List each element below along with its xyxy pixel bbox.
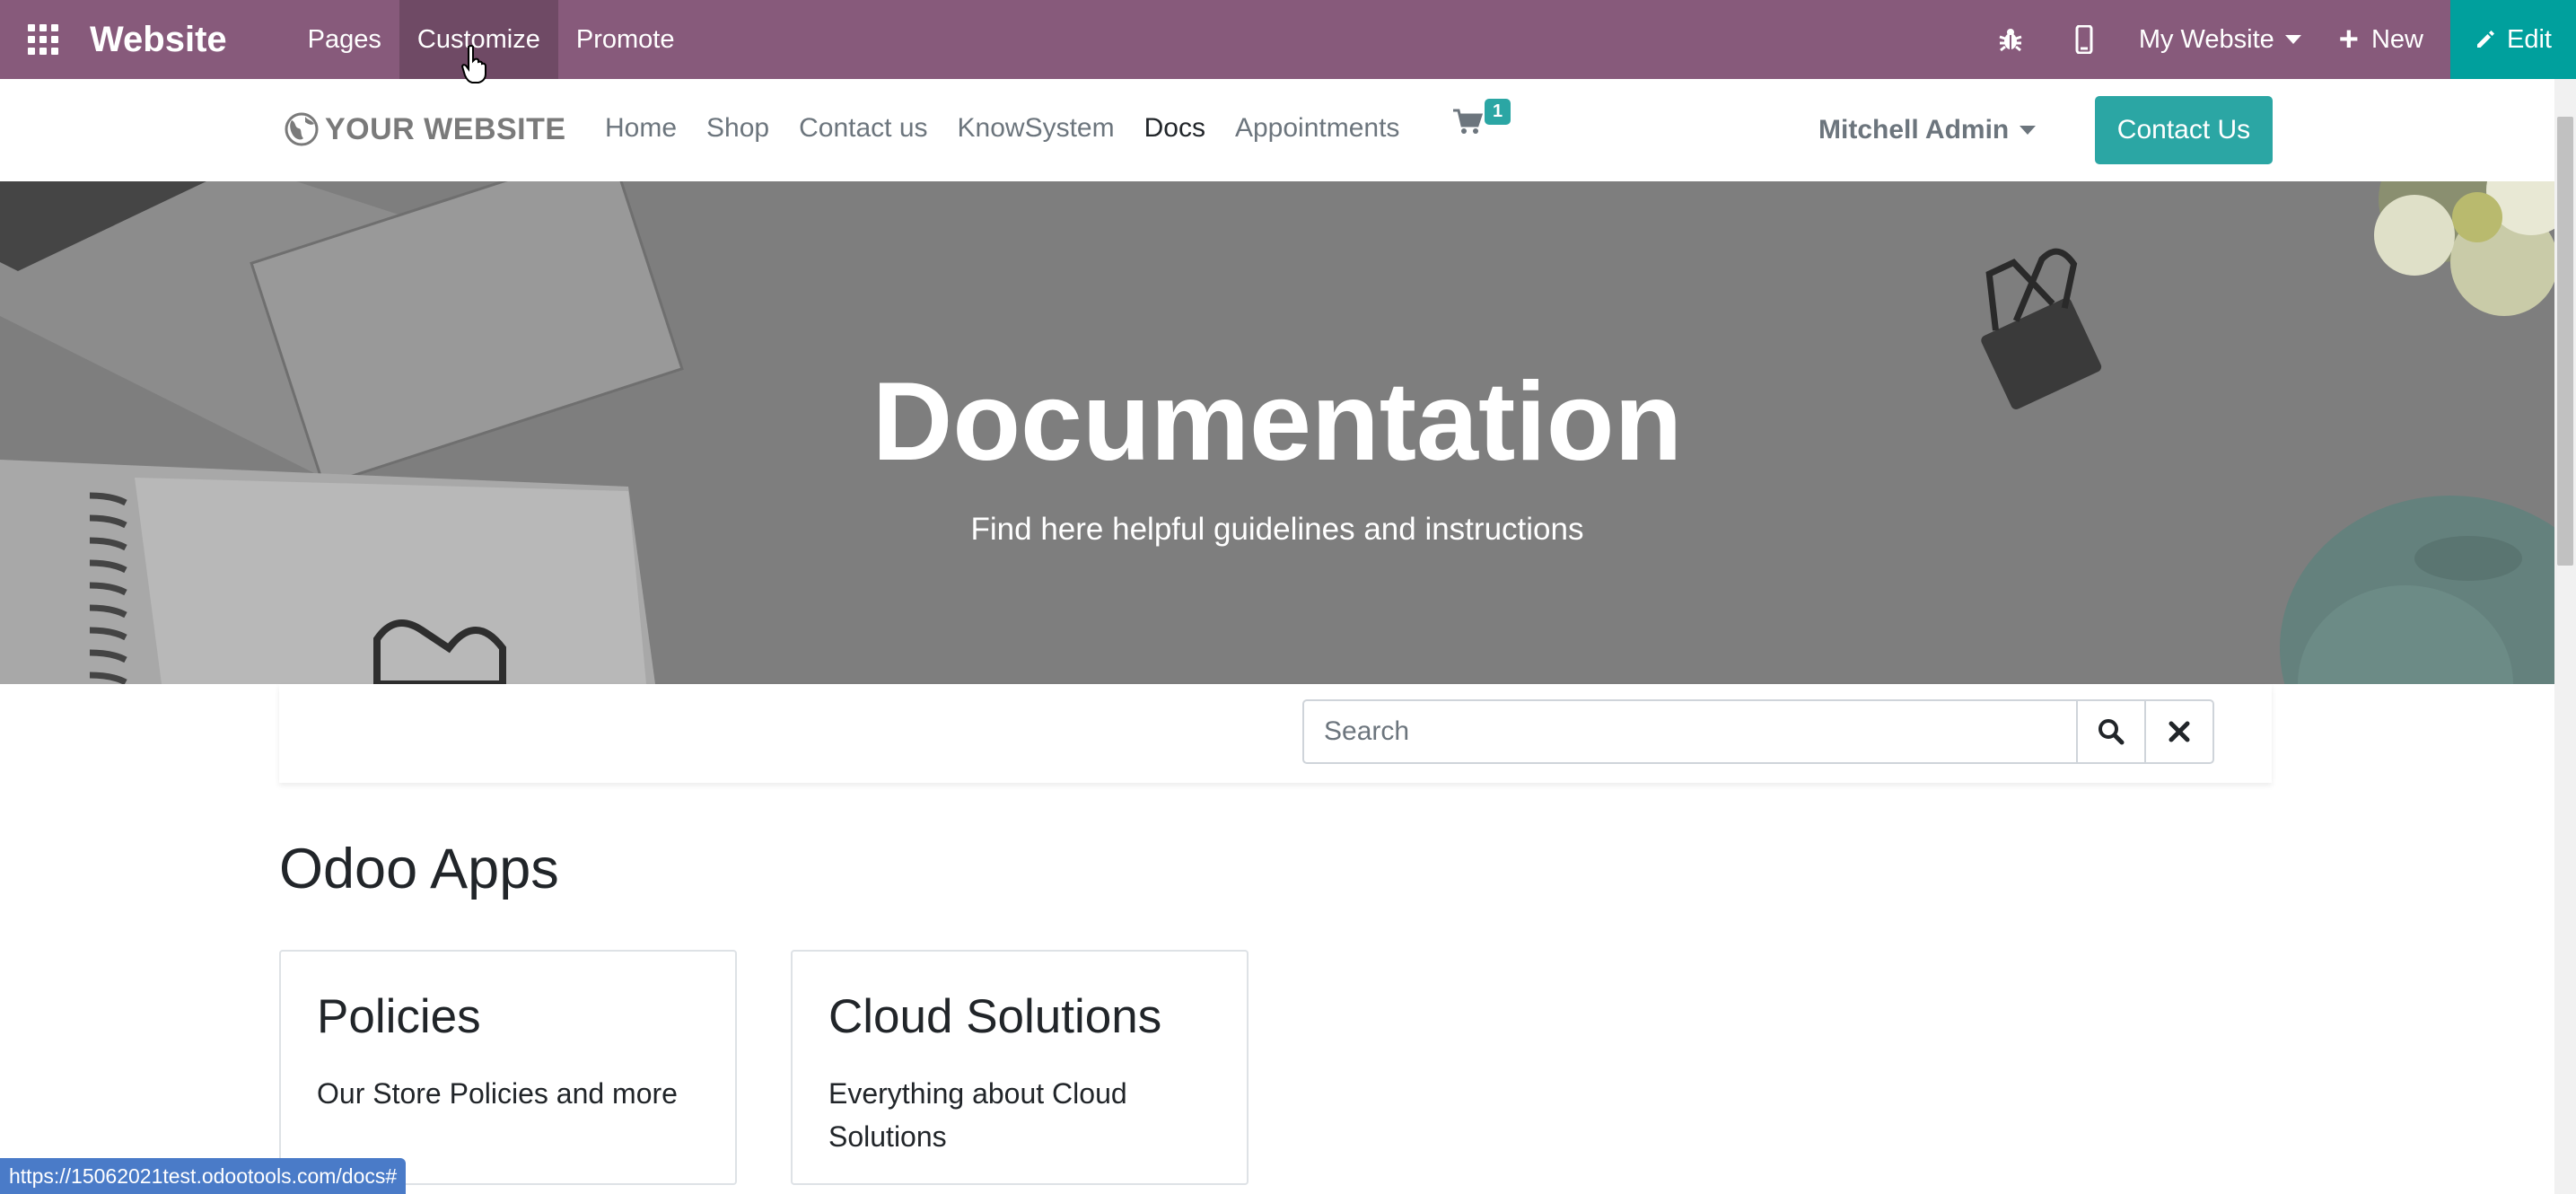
menu-promote[interactable]: Promote [558,0,693,79]
logo-text: YOUR WEBSITE [325,111,566,146]
site-header: YOUR WEBSITE Home Shop Contact us KnowSy… [0,79,2554,182]
globe-icon [285,112,319,146]
user-menu[interactable]: Mitchell Admin [1818,115,2037,145]
bug-icon [1999,29,2022,52]
edit-button[interactable]: Edit [2450,0,2576,79]
search-button[interactable] [2078,699,2146,764]
nav-shop[interactable]: Shop [706,113,769,144]
search-icon [2098,719,2125,745]
cart-icon [1453,109,1484,134]
status-bar-url: https://15062021test.odootools.com/docs# [0,1158,407,1194]
website-selector[interactable]: My Website [2121,0,2328,79]
card-description: Our Store Policies and more [317,1077,678,1110]
hero-title: Documentation [872,360,1683,484]
website-selector-label: My Website [2138,24,2274,54]
new-button-label: New [2370,24,2423,54]
chevron-down-icon [2284,35,2301,44]
mobile-icon [2075,25,2093,54]
admin-navbar: Website Pages Customize Promote My Websi… [0,0,2576,79]
plus-icon: + [2338,21,2359,58]
main-nav: Home Shop Contact us KnowSystem Docs App… [605,113,1429,144]
section-title: Odoo Apps [279,838,559,900]
apps-grid-icon [28,24,58,55]
search-bar-row [279,684,2272,783]
hero-subtitle: Find here helpful guidelines and instruc… [970,512,1584,547]
card-cloud-solutions[interactable]: Cloud Solutions Everything about Cloud S… [791,950,1249,1185]
apps-menu-button[interactable] [0,0,86,79]
hand-cursor-icon [461,45,486,83]
chevron-down-icon [2020,126,2037,135]
new-button[interactable]: + New [2328,0,2450,79]
nav-knowsystem[interactable]: KnowSystem [958,113,1115,144]
scrollbar-thumb[interactable] [2557,117,2573,566]
nav-home[interactable]: Home [605,113,677,144]
menu-pages[interactable]: Pages [290,0,399,79]
card-title: Policies [317,990,481,1043]
close-icon [2169,721,2190,742]
pencil-icon [2477,31,2494,48]
contact-us-button[interactable]: Contact Us [2095,96,2273,164]
site-logo[interactable]: YOUR WEBSITE [284,111,566,147]
nav-docs[interactable]: Docs [1144,113,1205,144]
mobile-preview-button[interactable] [2047,0,2121,79]
card-policies[interactable]: Policies Our Store Policies and more [279,950,737,1185]
search-input[interactable] [1302,699,2078,764]
page-scrollbar[interactable] [2554,79,2576,1194]
cart-count-badge: 1 [1485,99,1511,125]
edit-button-label: Edit [2507,24,2552,54]
app-title[interactable]: Website [90,20,227,60]
card-title: Cloud Solutions [828,990,1162,1043]
clear-search-button[interactable] [2146,699,2214,764]
nav-appointments[interactable]: Appointments [1235,113,1399,144]
cart-button[interactable]: 1 [1452,99,1511,141]
user-name: Mitchell Admin [1818,115,2010,145]
nav-contact-us[interactable]: Contact us [799,113,927,144]
debug-button[interactable] [1974,0,2047,79]
hero-banner: Documentation Find here helpful guidelin… [0,181,2554,684]
card-description: Everything about Cloud Solutions [828,1077,1127,1153]
